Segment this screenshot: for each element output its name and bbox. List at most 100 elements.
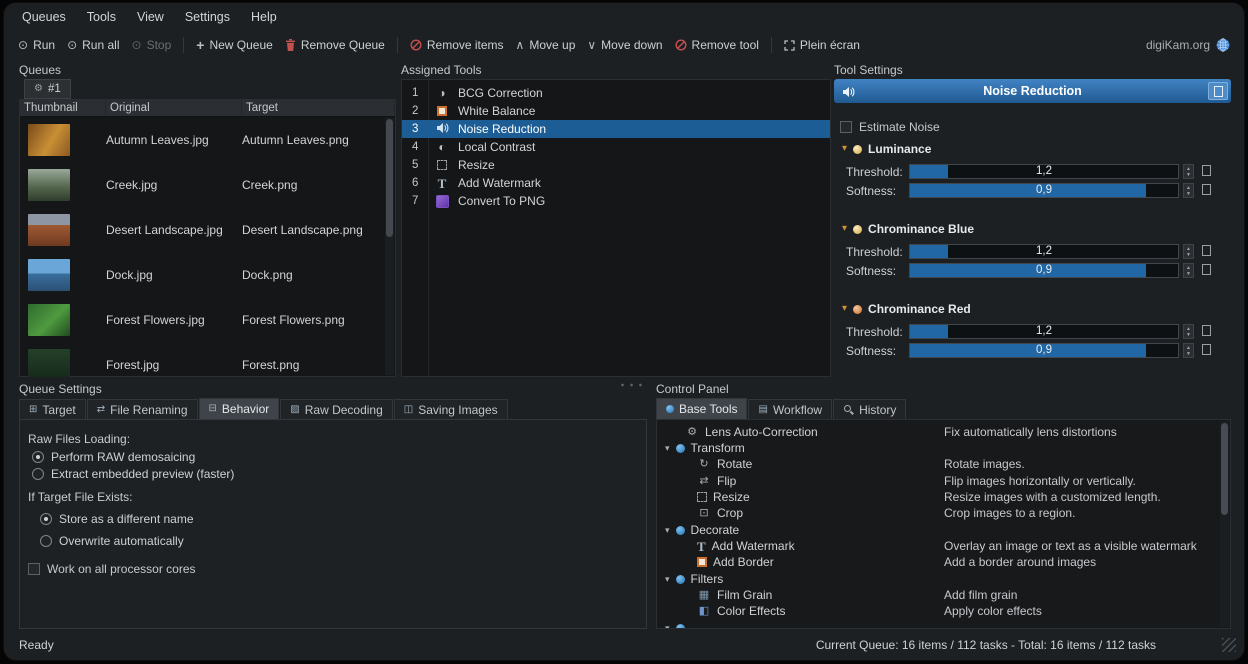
reset-default-button[interactable] <box>1202 245 1211 256</box>
menu-queues[interactable]: Queues <box>22 10 66 24</box>
softness-slider[interactable]: 0,9 <box>909 263 1179 278</box>
tree-item-add-border[interactable]: Add Border Add a border around images <box>661 554 1216 570</box>
tab-raw-decoding[interactable]: ▨ Raw Decoding <box>280 399 393 419</box>
tab-workflow[interactable]: ▤ Workflow <box>748 399 832 419</box>
remove-items-button[interactable]: Remove items <box>410 38 504 52</box>
globe-icon[interactable] <box>1216 38 1230 52</box>
tree-group-filters[interactable]: ▾ Filters <box>661 571 1216 587</box>
radio-store-different-name[interactable]: Store as a different name <box>40 512 194 526</box>
presets-button[interactable] <box>1208 82 1228 100</box>
tab-saving-images[interactable]: ◫ Saving Images <box>394 399 508 419</box>
tree-item-flip[interactable]: ⇄ Flip Flip images horizontally or verti… <box>661 473 1216 489</box>
tree-group-decorate[interactable]: ▾ Decorate <box>661 522 1216 538</box>
estimate-noise-row[interactable]: Estimate Noise <box>840 120 940 134</box>
queue-row-dock[interactable]: Dock.jpg Dock.png <box>20 252 395 297</box>
section-chrominance-red[interactable]: ▾ Chrominance Red <box>842 302 971 316</box>
work-all-cores-row[interactable]: Work on all processor cores <box>28 562 196 576</box>
tab-base-tools[interactable]: Base Tools <box>656 398 747 419</box>
menu-settings[interactable]: Settings <box>185 10 230 24</box>
queue-row-creek[interactable]: Creek.jpg Creek.png <box>20 162 395 207</box>
queue-row-desert-landscape[interactable]: Desert Landscape.jpg Desert Landscape.pn… <box>20 207 395 252</box>
radio-overwrite-automatically[interactable]: Overwrite automatically <box>40 534 184 548</box>
reset-default-button[interactable] <box>1202 184 1211 195</box>
queue-row-forest[interactable]: Forest.jpg Forest.png <box>20 342 395 377</box>
new-queue-button[interactable]: + New Queue <box>196 38 273 52</box>
color-effects-icon: ◧ <box>697 606 711 617</box>
tree-item-crop[interactable]: ⊡ Crop Crop images to a region. <box>661 505 1216 521</box>
section-chrominance-blue[interactable]: ▾ Chrominance Blue <box>842 222 974 236</box>
workflow-icon: ▤ <box>758 405 767 415</box>
resize-grip[interactable] <box>1222 638 1236 652</box>
expand-arrow-icon[interactable]: ▾ <box>665 575 670 584</box>
softness-spinner[interactable]: ▲▼ <box>1183 183 1194 198</box>
section-luminance[interactable]: ▾ Luminance <box>842 142 931 156</box>
tool-item-local-contrast[interactable]: 4 ◐ Local Contrast <box>402 138 830 156</box>
reset-default-button[interactable] <box>1202 325 1211 336</box>
threshold-spinner[interactable]: ▲▼ <box>1183 324 1194 339</box>
reset-default-button[interactable] <box>1202 264 1211 275</box>
tree-item-color-effects[interactable]: ◧ Color Effects Apply color effects <box>661 603 1216 619</box>
scrollbar-thumb[interactable] <box>386 119 393 237</box>
softness-spinner[interactable]: ▲▼ <box>1183 263 1194 278</box>
menu-view[interactable]: View <box>137 10 164 24</box>
threshold-spinner[interactable]: ▲▼ <box>1183 244 1194 259</box>
move-down-button[interactable]: ∨ Move down <box>587 38 662 52</box>
category-icon <box>676 444 685 453</box>
menu-tools[interactable]: Tools <box>87 10 116 24</box>
tool-item-add-watermark[interactable]: 6 T Add Watermark <box>402 174 830 192</box>
queue-tab-1[interactable]: ⚙ #1 <box>24 79 71 99</box>
softness-slider[interactable]: 0,9 <box>909 183 1179 198</box>
tab-file-renaming[interactable]: ⇄ File Renaming <box>87 399 198 419</box>
queues-scrollbar[interactable] <box>385 118 394 375</box>
queue-row-autumn-leaves[interactable]: Autumn Leaves.jpg Autumn Leaves.png <box>20 117 395 162</box>
tool-label: BCG Correction <box>458 86 543 100</box>
radio-perform-raw-demosaicing[interactable]: Perform RAW demosaicing <box>32 450 195 464</box>
tool-item-noise-reduction[interactable]: 3 Noise Reduction <box>402 120 830 138</box>
tool-item-convert-to-png[interactable]: 7 Convert To PNG <box>402 192 830 210</box>
column-original[interactable]: Original <box>106 100 242 116</box>
tool-item-resize[interactable]: 5 Resize <box>402 156 830 174</box>
threshold-slider[interactable]: 1,2 <box>909 324 1179 339</box>
threshold-slider[interactable]: 1,2 <box>909 244 1179 259</box>
softness-slider[interactable]: 0,9 <box>909 343 1179 358</box>
expand-arrow-icon[interactable]: ▾ <box>665 526 670 535</box>
expand-arrow-icon[interactable]: ▾ <box>665 444 670 453</box>
run-all-button[interactable]: ⊙ Run all <box>67 38 119 52</box>
brand-label[interactable]: digiKam.org <box>1146 38 1210 52</box>
run-button[interactable]: ⊙ Run <box>18 38 55 52</box>
tree-item-film-grain[interactable]: ▦ Film Grain Add film grain <box>661 587 1216 603</box>
tool-item-white-balance[interactable]: 2 White Balance <box>402 102 830 120</box>
remove-queue-button[interactable]: Remove Queue <box>285 38 385 52</box>
work-all-cores-checkbox[interactable] <box>28 563 40 575</box>
reset-default-button[interactable] <box>1202 344 1211 355</box>
tree-item-add-watermark[interactable]: T Add Watermark Overlay an image or text… <box>661 538 1216 554</box>
tab-target[interactable]: ⊞ Target <box>19 399 86 419</box>
queue-row-forest-flowers[interactable]: Forest Flowers.jpg Forest Flowers.png <box>20 297 395 342</box>
scrollbar-thumb[interactable] <box>1221 423 1228 515</box>
reset-default-button[interactable] <box>1202 165 1211 176</box>
softness-spinner[interactable]: ▲▼ <box>1183 343 1194 358</box>
tool-item-bcg-correction[interactable]: 1 ◑ BCG Correction <box>402 84 830 102</box>
tree-group-transform[interactable]: ▾ Transform <box>661 440 1216 456</box>
tree-group-partial[interactable]: ▾ <box>661 620 1216 629</box>
behavior-tab-content: Raw Files Loading: Perform RAW demosaici… <box>19 419 647 629</box>
tree-item-lens-auto-correction[interactable]: ⚙ Lens Auto-Correction Fix automatically… <box>661 424 1216 440</box>
estimate-noise-checkbox[interactable] <box>840 121 852 133</box>
threshold-slider[interactable]: 1,2 <box>909 164 1179 179</box>
tab-history[interactable]: History <box>833 399 906 419</box>
menu-help[interactable]: Help <box>251 10 277 24</box>
threshold-spinner[interactable]: ▲▼ <box>1183 164 1194 179</box>
move-up-button[interactable]: ∧ Move up <box>516 38 576 52</box>
tree-item-resize[interactable]: Resize Resize images with a customized l… <box>661 489 1216 505</box>
control-panel-scrollbar[interactable] <box>1220 421 1229 627</box>
radio-extract-embedded-preview[interactable]: Extract embedded preview (faster) <box>32 467 234 481</box>
tab-behavior[interactable]: ⊟ Behavior <box>199 398 280 419</box>
column-thumbnail[interactable]: Thumbnail <box>20 100 106 116</box>
remove-tool-button[interactable]: Remove tool <box>675 38 759 52</box>
fullscreen-button[interactable]: Plein écran <box>784 38 860 52</box>
stop-button[interactable]: ⊙ Stop <box>132 38 172 52</box>
splitter-handle[interactable] <box>616 381 644 387</box>
tree-group-label: Decorate <box>691 523 740 537</box>
tree-item-rotate[interactable]: ↻ Rotate Rotate images. <box>661 456 1216 472</box>
column-target[interactable]: Target <box>242 100 395 116</box>
